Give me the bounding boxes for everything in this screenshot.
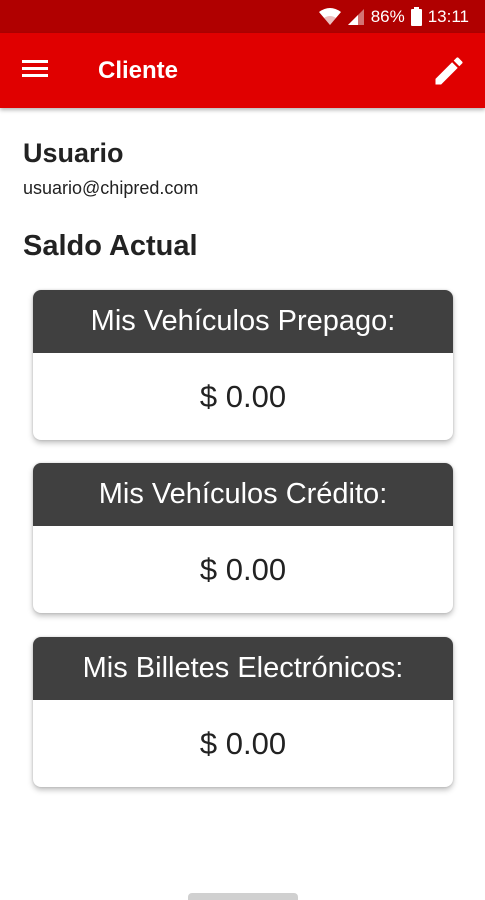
user-name: Usuario — [23, 138, 124, 168]
balance-card-prepaid[interactable]: Mis Vehículos Prepago: $ 0.00 — [33, 290, 453, 440]
balance-card-e-tickets[interactable]: Mis Billetes Electrónicos: $ 0.00 — [33, 637, 453, 787]
pencil-edit-icon[interactable] — [431, 53, 467, 89]
card-balance-value: $ 0.00 — [199, 725, 287, 761]
battery-icon — [410, 7, 422, 26]
balance-section-title: Saldo Actual — [23, 230, 198, 262]
card-header-label: Mis Vehículos Crédito: — [33, 463, 453, 526]
navigation-handle[interactable] — [188, 893, 298, 900]
card-balance-value: $ 0.00 — [199, 378, 287, 414]
page-title: Cliente — [98, 57, 179, 84]
wifi-icon — [318, 7, 341, 26]
card-balance-value: $ 0.00 — [199, 551, 287, 587]
app-bar: Cliente — [0, 33, 485, 108]
clock: 13:11 — [427, 6, 469, 26]
battery-percent: 86% — [370, 6, 405, 26]
status-bar: 86% 13:11 — [0, 0, 485, 33]
balance-card-credit[interactable]: Mis Vehículos Crédito: $ 0.00 — [33, 463, 453, 613]
card-header-label: Mis Vehículos Prepago: — [33, 290, 453, 353]
hamburger-menu-icon[interactable] — [22, 57, 54, 85]
card-header-label: Mis Billetes Electrónicos: — [33, 637, 453, 700]
user-email: usuario@chipred.com — [23, 178, 199, 198]
signal-icon — [347, 8, 365, 26]
